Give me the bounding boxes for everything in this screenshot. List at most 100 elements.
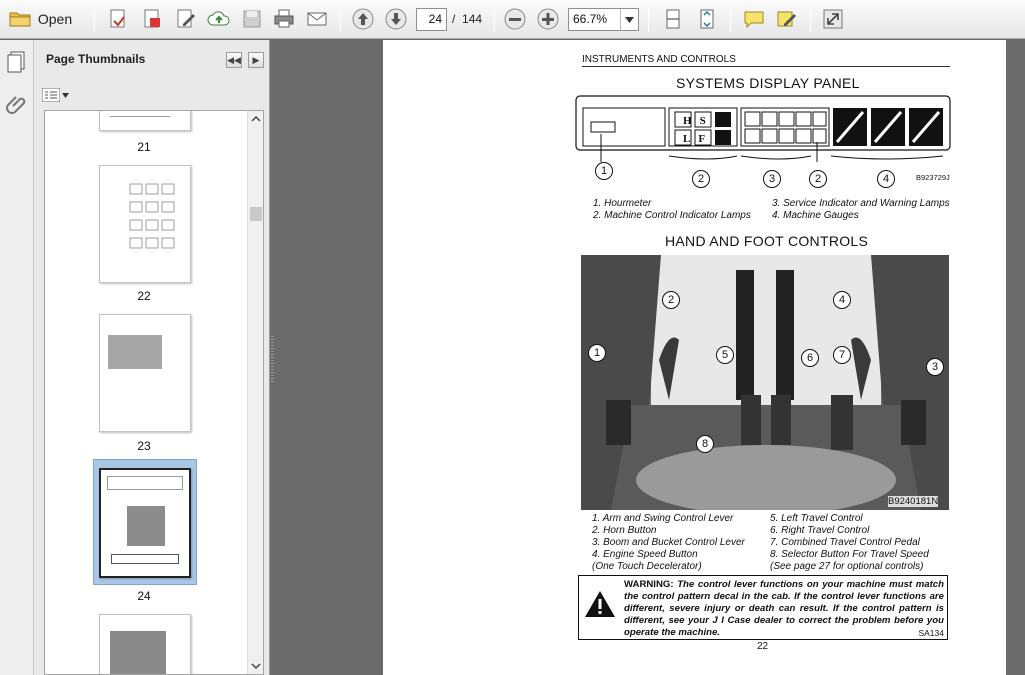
print-button[interactable] <box>270 4 298 34</box>
warning-text: WARNING: The control lever functions on … <box>624 579 944 638</box>
email-icon <box>307 12 327 26</box>
photo-callout-7: 7 <box>833 346 851 364</box>
full-screen-button[interactable] <box>819 4 847 34</box>
panel-splitter[interactable] <box>271 336 274 384</box>
panel-title: Page Thumbnails <box>46 52 146 66</box>
collapse-panel-button[interactable]: ◀◀ <box>226 52 242 68</box>
thumbnail-list[interactable]: 21 22 23 24 <box>44 110 264 675</box>
callout-3: 3 <box>763 170 781 188</box>
thumbnail-label: 22 <box>137 289 151 303</box>
thumbnail-page-25[interactable] <box>99 614 191 674</box>
photo-callout-3: 3 <box>926 358 944 376</box>
expand-icon <box>823 9 843 29</box>
main-toolbar: Open 24 / 144 66.7% <box>0 0 1025 39</box>
chevron-down-icon[interactable] <box>251 663 261 670</box>
export-pdf-button[interactable] <box>138 4 166 34</box>
attachments-icon[interactable] <box>5 92 29 116</box>
zoom-out-icon <box>504 8 526 30</box>
edit-button[interactable] <box>172 4 200 34</box>
zoom-select[interactable]: 66.7% <box>568 8 639 31</box>
upload-button[interactable] <box>205 4 233 34</box>
options-icon <box>42 88 60 102</box>
sign-button[interactable] <box>773 4 801 34</box>
comment-button[interactable] <box>740 4 768 34</box>
page-total: / 144 <box>452 12 483 26</box>
fit-width-icon <box>666 9 680 29</box>
thumbnails-panel: Page Thumbnails ◀◀ ▶ 21 22 23 24 <box>34 40 270 675</box>
page-down-icon <box>385 8 407 30</box>
thumbnail-scrollbar[interactable] <box>247 111 263 674</box>
heading-systems-display: SYSTEMS DISPLAY PANEL <box>676 75 860 91</box>
email-button[interactable] <box>303 4 331 34</box>
panel-letters-bottom: LF <box>683 133 714 145</box>
page-number: 22 <box>757 641 769 652</box>
printer-icon <box>274 9 294 28</box>
save-icon <box>243 10 261 28</box>
create-pdf-icon <box>110 9 125 28</box>
zoom-in-icon <box>537 8 559 30</box>
photo-callout-5: 5 <box>716 346 734 364</box>
thumbnail-label: 23 <box>137 439 151 453</box>
page-number-input[interactable]: 24 <box>416 8 447 31</box>
chevron-down-icon <box>62 92 69 98</box>
save-button[interactable] <box>238 4 266 34</box>
legend2-left: 1. Arm and Swing Control Lever 2. Horn Bu… <box>592 513 745 572</box>
thumbnail-page-21[interactable] <box>99 111 191 131</box>
open-label: Open <box>37 11 73 27</box>
expand-panel-button[interactable]: ▶ <box>248 52 264 68</box>
fit-page-button[interactable] <box>693 4 721 34</box>
zoom-in-button[interactable] <box>534 4 562 34</box>
zoom-out-button[interactable] <box>501 4 529 34</box>
sign-icon <box>777 11 796 27</box>
callout-1: 1 <box>595 162 613 180</box>
photo-callout-8: 8 <box>696 435 714 453</box>
photo-callout-6: 6 <box>801 349 819 367</box>
create-pdf-button[interactable] <box>104 4 132 34</box>
warning-triangle-icon <box>585 591 615 617</box>
heading-hand-foot: HAND AND FOOT CONTROLS <box>665 233 869 249</box>
thumbnail-page-23[interactable] <box>99 314 191 432</box>
systems-panel-diagram <box>575 95 951 162</box>
next-page-button[interactable] <box>382 4 410 34</box>
legend1-left: 1. Hourmeter 2. Machine Control Indicator… <box>593 198 751 221</box>
panel-letters-top: HS <box>683 115 714 127</box>
photo-callout-1: 1 <box>588 344 606 362</box>
scrollbar-thumb[interactable] <box>250 207 262 221</box>
pdf-page: INSTRUMENTS AND CONTROLS SYSTEMS DISPLAY… <box>383 40 1006 675</box>
thumbnail-page-22[interactable] <box>99 165 191 283</box>
comment-icon <box>744 11 764 29</box>
zoom-value: 66.7% <box>573 12 608 26</box>
page-preview <box>129 183 175 249</box>
folder-icon <box>9 12 31 27</box>
fit-width-button[interactable] <box>659 4 687 34</box>
section-header: INSTRUMENTS AND CONTROLS <box>582 54 736 65</box>
callout-2: 2 <box>692 170 710 188</box>
warning-code: SA134 <box>918 628 944 638</box>
warning-box: WARNING: The control lever functions on … <box>578 575 948 640</box>
previous-page-button[interactable] <box>349 4 377 34</box>
panel-header: Page Thumbnails ◀◀ ▶ <box>34 40 270 80</box>
document-viewport[interactable]: INSTRUMENTS AND CONTROLS SYSTEMS DISPLAY… <box>271 40 1025 675</box>
photo-callout-4: 4 <box>833 291 851 309</box>
diagram-code: B923729J <box>916 173 950 182</box>
photo-code: B9240181N <box>888 496 939 507</box>
print-pdf-icon <box>144 9 160 28</box>
fit-page-icon <box>700 9 714 29</box>
thumbnail-page-24[interactable] <box>99 468 191 578</box>
callout-2b: 2 <box>809 170 827 188</box>
legend1-right: 3. Service Indicator and Warning Lamps 4.… <box>772 198 950 221</box>
cab-controls-photo <box>581 255 949 510</box>
open-button[interactable]: Open <box>4 4 76 34</box>
upload-icon <box>207 11 230 26</box>
photo-callout-2: 2 <box>662 291 680 309</box>
page-thumbnails-icon[interactable] <box>5 50 29 74</box>
edit-icon <box>177 9 195 28</box>
chevron-up-icon[interactable] <box>251 115 261 122</box>
thumbnail-label: 24 <box>137 589 151 603</box>
callout-4: 4 <box>877 170 895 188</box>
thumbnail-label: 21 <box>137 140 151 154</box>
legend2-right: 5. Left Travel Control 6. Right Travel Co… <box>770 513 929 572</box>
chevron-down-icon[interactable] <box>620 9 638 30</box>
page-up-icon <box>352 8 374 30</box>
thumbnail-options-button[interactable] <box>42 87 70 103</box>
